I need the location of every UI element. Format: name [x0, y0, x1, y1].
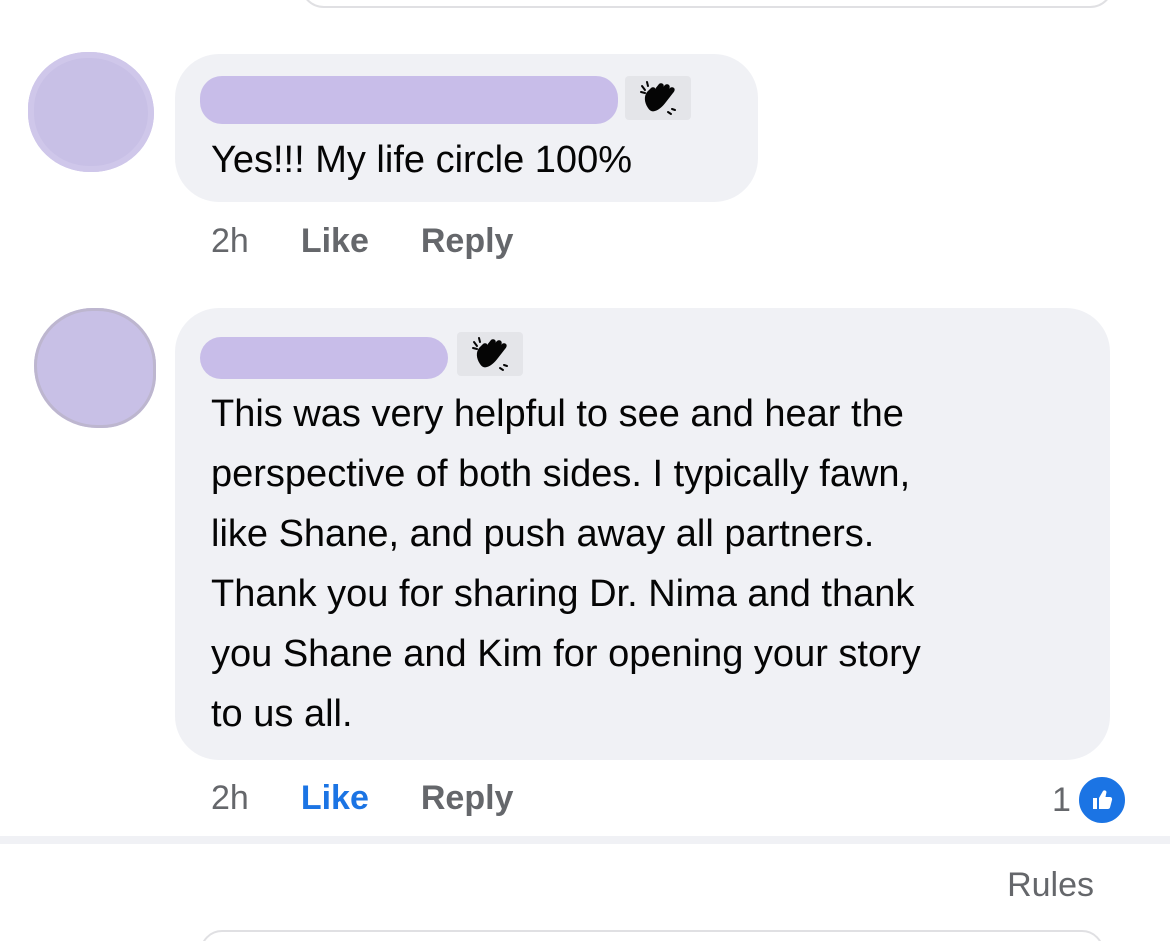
- avatar[interactable]: [28, 52, 154, 172]
- comment-timestamp[interactable]: 2h: [211, 222, 249, 261]
- comment-actions: 2h Like Reply: [211, 773, 513, 823]
- waving-hand-icon: [625, 76, 691, 120]
- like-button[interactable]: Like: [301, 222, 369, 261]
- comment-timestamp[interactable]: 2h: [211, 779, 249, 818]
- rules-link[interactable]: Rules: [1007, 866, 1094, 905]
- section-divider: [0, 836, 1170, 844]
- comment-text: Yes!!! My life circle 100%: [211, 139, 632, 181]
- thumbs-up-icon: [1076, 775, 1127, 825]
- author-name-redacted[interactable]: [200, 76, 618, 124]
- comments-screen: Yes!!! My life circle 100% 2h Like Reply…: [0, 0, 1170, 941]
- reaction-summary[interactable]: 1: [1052, 775, 1127, 825]
- comment-input-partial[interactable]: [200, 930, 1104, 941]
- like-button[interactable]: Like: [301, 779, 369, 818]
- waving-hand-icon: [457, 332, 523, 376]
- author-name-redacted[interactable]: [200, 337, 448, 379]
- reply-button[interactable]: Reply: [421, 222, 514, 261]
- reply-button[interactable]: Reply: [421, 779, 514, 818]
- comment-actions: 2h Like Reply: [211, 216, 513, 266]
- comment-text: This was very helpful to see and hear th…: [211, 393, 921, 735]
- reaction-count: 1: [1052, 780, 1071, 819]
- comment-composer-partial[interactable]: [300, 0, 1114, 8]
- avatar[interactable]: [34, 308, 156, 428]
